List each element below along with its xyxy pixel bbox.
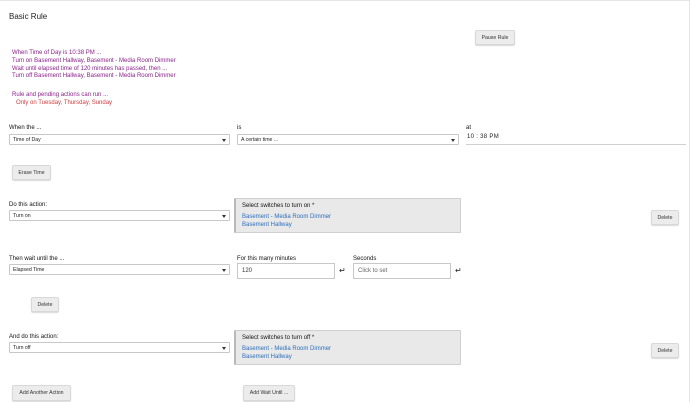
enter-key-icon[interactable]: ↵: [339, 266, 346, 275]
action1-select-value: Turn on: [13, 212, 31, 219]
chevron-down-icon: [222, 269, 226, 272]
wait-label: Then wait until the ...: [9, 256, 65, 262]
top-border: [0, 0, 690, 1]
is-label: is: [237, 125, 242, 131]
switch-item[interactable]: Basement Hallway: [242, 353, 454, 361]
page-title: Basic Rule: [9, 12, 48, 21]
is-select[interactable]: A certain time ...: [237, 134, 459, 145]
rule-summary: When Time of Day is 10:38 PM ... Turn on…: [12, 50, 176, 81]
time-input[interactable]: 10 : 38 PM: [467, 134, 499, 140]
delete-wait-button[interactable]: Delete: [31, 297, 59, 312]
switch-off-panel[interactable]: Select switches to turn off * Basement -…: [234, 330, 461, 365]
minutes-label: For this many minutes: [237, 256, 297, 262]
seconds-label: Seconds: [353, 256, 377, 262]
chevron-down-icon: [222, 139, 226, 142]
pause-rule-button[interactable]: Pause Rule: [475, 30, 515, 45]
minutes-input[interactable]: 120: [237, 263, 335, 279]
action2-label: And do this action:: [9, 334, 59, 340]
enter-key-icon[interactable]: ↵: [455, 266, 462, 275]
action2-select[interactable]: Turn off: [9, 342, 230, 353]
at-label: at: [466, 125, 472, 131]
wait-select-value: Elapsed Time: [13, 266, 45, 273]
switch-item[interactable]: Basement - Media Room Dimmer: [242, 345, 454, 353]
restriction-detail: Only on Tuesday, Thursday, Sunday: [16, 100, 113, 106]
chevron-down-icon: [222, 347, 226, 350]
switch-item[interactable]: Basement Hallway: [242, 221, 454, 229]
summary-line: When Time of Day is 10:38 PM ...: [12, 50, 102, 56]
when-label: When the ...: [9, 125, 42, 131]
add-wait-until-button[interactable]: Add Wait Until ...: [243, 385, 295, 401]
action1-label: Do this action:: [9, 202, 48, 208]
summary-line: Turn off Basement Hallway, Basement - Me…: [12, 73, 176, 80]
seconds-input[interactable]: Click to set: [353, 263, 451, 279]
switch-off-panel-title: Select switches to turn off *: [242, 335, 315, 341]
restriction-title: Rule and pending actions can run ...: [12, 92, 109, 98]
is-select-value: A certain time ...: [241, 136, 279, 143]
summary-line: Turn on Basement Hallway, Basement - Med…: [12, 57, 176, 64]
when-select[interactable]: Time of Day: [9, 134, 230, 145]
delete-action2-button[interactable]: Delete: [651, 343, 679, 358]
add-another-action-button[interactable]: Add Another Action: [12, 385, 71, 401]
switch-item[interactable]: Basement - Media Room Dimmer: [242, 213, 454, 221]
time-underline: [466, 144, 686, 145]
action1-select[interactable]: Turn on: [9, 210, 230, 221]
when-select-value: Time of Day: [13, 136, 41, 143]
switch-on-panel[interactable]: Select switches to turn on * Basement - …: [234, 198, 461, 233]
erase-time-button[interactable]: Erase Time: [12, 165, 51, 180]
wait-select[interactable]: Elapsed Time: [9, 264, 230, 275]
chevron-down-icon: [222, 215, 226, 218]
summary-line: Wait until elapsed time of 120 minutes h…: [12, 65, 168, 72]
chevron-down-icon: [451, 139, 455, 142]
delete-action1-button[interactable]: Delete: [651, 210, 679, 225]
switch-on-panel-title: Select switches to turn on *: [242, 203, 315, 209]
action2-select-value: Turn off: [13, 344, 31, 351]
